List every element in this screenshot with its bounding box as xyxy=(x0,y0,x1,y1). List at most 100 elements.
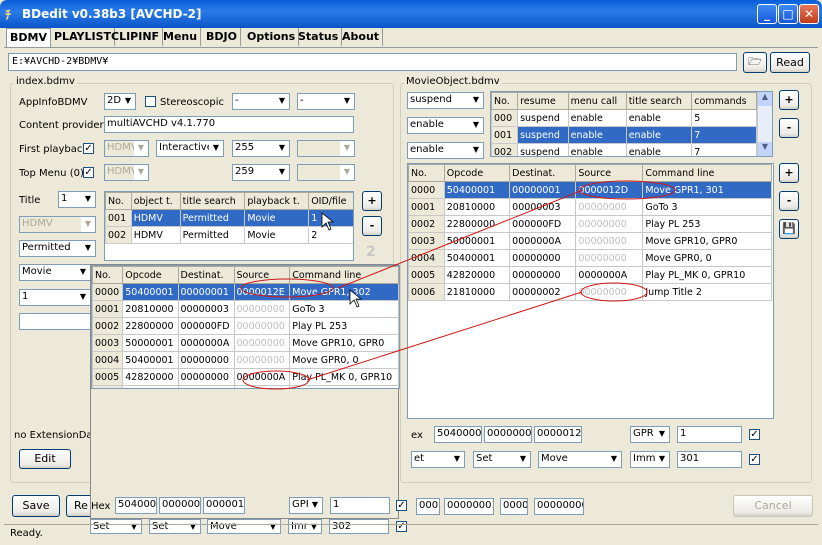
bottom-field-4[interactable]: 00000000 xyxy=(534,498,584,515)
tab-status[interactable]: Status xyxy=(295,28,343,46)
edit-button[interactable]: Edit xyxy=(19,449,71,469)
col-header[interactable]: OID/file xyxy=(308,192,353,210)
right-checkbox-2[interactable]: ✓ xyxy=(749,454,760,465)
title-search-mo-select[interactable]: enable ▼ xyxy=(407,142,484,159)
table-row[interactable]: 0003 50000001 0000000A 00000000 Move GPR10, … xyxy=(92,334,399,352)
add-command-button[interactable]: + xyxy=(779,163,799,183)
tab-playlist[interactable]: PLAYLIST xyxy=(51,28,116,46)
scroll-up-icon[interactable]: ▲ xyxy=(758,92,772,106)
table-row[interactable]: 0006218100000000000000000000Jump Title 0 xyxy=(92,385,399,388)
tab-options[interactable]: Options xyxy=(244,28,300,46)
tab-bdmv[interactable]: BDMV xyxy=(6,28,51,48)
table-row[interactable]: 000 suspend enable enable 5 xyxy=(491,109,757,127)
table-row[interactable]: 001 HDMV Permitted Movie 1 xyxy=(105,209,353,227)
top-menu-num-select[interactable]: 259 ▼ xyxy=(232,164,290,181)
hex-opcode-input-bottom[interactable]: 50400001 xyxy=(115,497,157,514)
extra-input[interactable] xyxy=(19,313,91,330)
tab-clipinf[interactable]: CLIPINF xyxy=(108,28,164,46)
table-row[interactable]: 002 suspend enable enable 7 xyxy=(491,143,757,156)
table-row[interactable]: 0000 50400001 00000001 0000012E Move GPR1, 3… xyxy=(92,283,399,301)
table-row[interactable]: 0003 50000001 0000000A 00000000 Move GPR10, … xyxy=(408,232,772,250)
col-header[interactable]: object t. xyxy=(130,192,181,210)
top-menu-checkbox[interactable]: ✓ xyxy=(83,167,94,178)
bottom-field-1[interactable]: 000 xyxy=(416,498,440,515)
col-header[interactable]: Source xyxy=(233,266,291,284)
col-header[interactable]: playback t. xyxy=(244,192,310,210)
save-button[interactable]: Save xyxy=(12,495,60,517)
tab-bdjo[interactable]: BDJO xyxy=(203,28,241,46)
col-header[interactable]: Destinat. xyxy=(177,266,235,284)
col-header[interactable]: commands xyxy=(691,92,757,110)
table-row[interactable]: 0002 22800000 000000FD 00000000 Play PL 253 xyxy=(92,317,399,335)
scroll-down-icon[interactable]: ▼ xyxy=(758,142,772,156)
col-header[interactable]: No. xyxy=(491,92,519,110)
table-row[interactable]: 0004 50400001 00000000 00000000 Move GPR0, 0 xyxy=(92,351,399,369)
read-button[interactable]: Read xyxy=(770,52,810,73)
bottom-field-2[interactable]: 00000001 xyxy=(444,498,494,515)
table-row[interactable]: 0005 42820000 00000000 0000000A Play PL_MK 0… xyxy=(408,266,772,284)
tab-about[interactable]: About xyxy=(339,28,384,46)
resume-select[interactable]: suspend ▼ xyxy=(407,92,484,109)
right-checkbox-1[interactable]: ✓ xyxy=(749,429,760,440)
col-header[interactable]: title search xyxy=(179,192,246,210)
first-playback-checkbox[interactable]: ✓ xyxy=(83,143,94,154)
table-row[interactable]: 0004 50400001 00000000 00000000 Move GPR0, 0 xyxy=(408,249,772,267)
provider-input[interactable]: multiAVCHD v4.1.770 xyxy=(104,116,354,133)
hex-dest-input-right[interactable]: 00000001 xyxy=(484,426,532,443)
minimize-button[interactable]: _ xyxy=(757,4,777,24)
menu-call-select[interactable]: enable ▼ xyxy=(407,117,484,134)
table-row[interactable]: 0006 21810000 00000002 00000000 Jump Title 2 xyxy=(408,283,772,301)
bottom-field-3[interactable]: 0000 xyxy=(500,498,528,515)
table-row[interactable]: 0001 20810000 00000003 00000000 GoTo 3 xyxy=(408,198,772,216)
col-header[interactable]: Command line xyxy=(642,164,772,182)
col-header[interactable]: No. xyxy=(105,192,132,210)
col-header[interactable]: No. xyxy=(92,266,124,284)
save-disk-button[interactable]: 💾 xyxy=(779,219,799,239)
add-title-button[interactable]: + xyxy=(362,191,382,211)
first-playback-mode-select[interactable]: Interactive ▼ xyxy=(156,140,224,157)
table-row[interactable]: 0002 22800000 000000FD 00000000 Play PL 253 xyxy=(408,215,772,233)
col-header[interactable]: No. xyxy=(408,164,445,182)
tab-menu[interactable]: Menu xyxy=(160,28,202,46)
close-button[interactable]: ✕ xyxy=(799,4,819,24)
movieobject-scrollbar[interactable]: ▲ ▼ xyxy=(757,92,772,156)
oid-select[interactable]: 1 ▼ xyxy=(19,289,91,306)
set-select-right-1[interactable]: et ▼ xyxy=(411,451,465,468)
stereo-select-b[interactable]: - ▼ xyxy=(297,93,355,110)
playback-type-select[interactable]: Movie ▼ xyxy=(19,264,91,281)
gpr-select-bottom[interactable]: GPR ▼ xyxy=(289,497,323,514)
gpr-num-input-bottom[interactable]: 1 xyxy=(330,497,390,514)
hex-source-input-right[interactable]: 0000012D xyxy=(534,426,582,443)
col-header[interactable]: menu call xyxy=(567,92,627,110)
col-header[interactable]: resume xyxy=(517,92,569,110)
title-select[interactable]: 1 ▼ xyxy=(58,191,96,208)
stereoscopic-checkbox[interactable] xyxy=(145,96,156,107)
hex-opcode-input-right[interactable]: 50400001 xyxy=(434,426,482,443)
col-header[interactable]: Source xyxy=(575,164,644,182)
bottom-checkbox-1[interactable]: ✓ xyxy=(396,500,407,511)
move-select-right[interactable]: Move ▼ xyxy=(538,451,622,468)
hex-dest-input-bottom[interactable]: 00000001 xyxy=(159,497,201,514)
imm-select-right[interactable]: Imm ▼ xyxy=(630,451,670,468)
path-input[interactable]: E:¥AVCHD-2¥BDMV¥ xyxy=(8,53,737,71)
open-folder-button[interactable]: 🗁 xyxy=(743,52,767,73)
col-header[interactable]: title search xyxy=(625,92,693,110)
set-select-right-2[interactable]: Set ▼ xyxy=(473,451,531,468)
remove-object-button[interactable]: - xyxy=(779,118,799,138)
col-header[interactable]: Destinat. xyxy=(509,164,577,182)
maximize-button[interactable]: □ xyxy=(778,4,798,24)
table-row[interactable]: 002 HDMV Permitted Movie 2 xyxy=(105,226,353,244)
table-row[interactable]: 0000 50400001 00000001 0000012D Move GPR1, 3… xyxy=(408,181,772,199)
remove-title-button[interactable]: - xyxy=(362,216,382,236)
col-header[interactable]: Opcode xyxy=(443,164,511,182)
col-header[interactable]: Command line xyxy=(289,266,399,284)
stereo-select-a[interactable]: - ▼ xyxy=(232,93,290,110)
table-row[interactable]: 0001 20810000 00000003 00000000 GoTo 3 xyxy=(92,300,399,318)
gpr-num-input-right[interactable]: 1 xyxy=(677,426,742,443)
remove-command-button[interactable]: - xyxy=(779,191,799,211)
gpr-select-right[interactable]: GPR ▼ xyxy=(630,426,670,443)
first-playback-num-select[interactable]: 255 ▼ xyxy=(232,140,290,157)
add-object-button[interactable]: + xyxy=(779,90,799,110)
table-row[interactable]: 0005 42820000 00000000 0000000A Play PL_MK 0… xyxy=(92,368,399,386)
table-row[interactable]: 001 suspend enable enable 7 xyxy=(491,126,757,144)
